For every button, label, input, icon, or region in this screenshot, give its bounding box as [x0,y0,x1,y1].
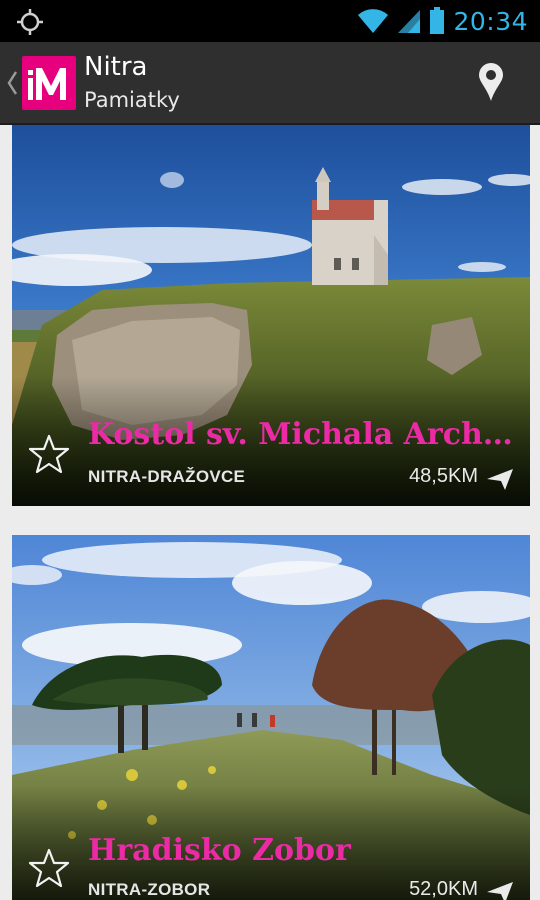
wifi-icon [358,9,389,33]
page-subtitle: Pamiatky [84,88,180,112]
back-chevron-icon[interactable] [6,70,18,96]
page-title: Nitra [84,52,148,82]
place-name[interactable]: Hradisko Zobor [88,833,516,868]
app-logo[interactable] [22,56,76,110]
navigate-arrow-icon[interactable] [486,880,514,900]
place-location: NITRA-ZOBOR [88,880,211,899]
place-distance: 48,5KM [409,465,478,487]
status-time: 20:34 [453,6,528,36]
place-name[interactable]: Kostol sv. Michala Archa... [88,417,516,452]
favorite-star-icon[interactable] [28,433,70,475]
favorite-star-icon[interactable] [28,847,70,889]
action-bar: Nitra Pamiatky [0,42,540,125]
gps-icon [17,9,43,35]
signal-icon [398,10,421,33]
place-card[interactable]: Hradisko Zobor NITRA-ZOBOR 52,0KM [12,535,530,900]
places-list[interactable]: Kostol sv. Michala Archa... NITRA-DRAŽOV… [0,125,540,900]
battery-icon [430,7,445,34]
place-distance: 52,0KM [409,878,478,900]
navigate-arrow-icon[interactable] [486,467,514,491]
map-pin-icon[interactable] [478,62,504,102]
status-bar: 20:34 [0,0,540,42]
logo-mark [28,68,66,100]
place-card[interactable]: Kostol sv. Michala Archa... NITRA-DRAŽOV… [12,125,530,506]
place-location: NITRA-DRAŽOVCE [88,467,246,486]
